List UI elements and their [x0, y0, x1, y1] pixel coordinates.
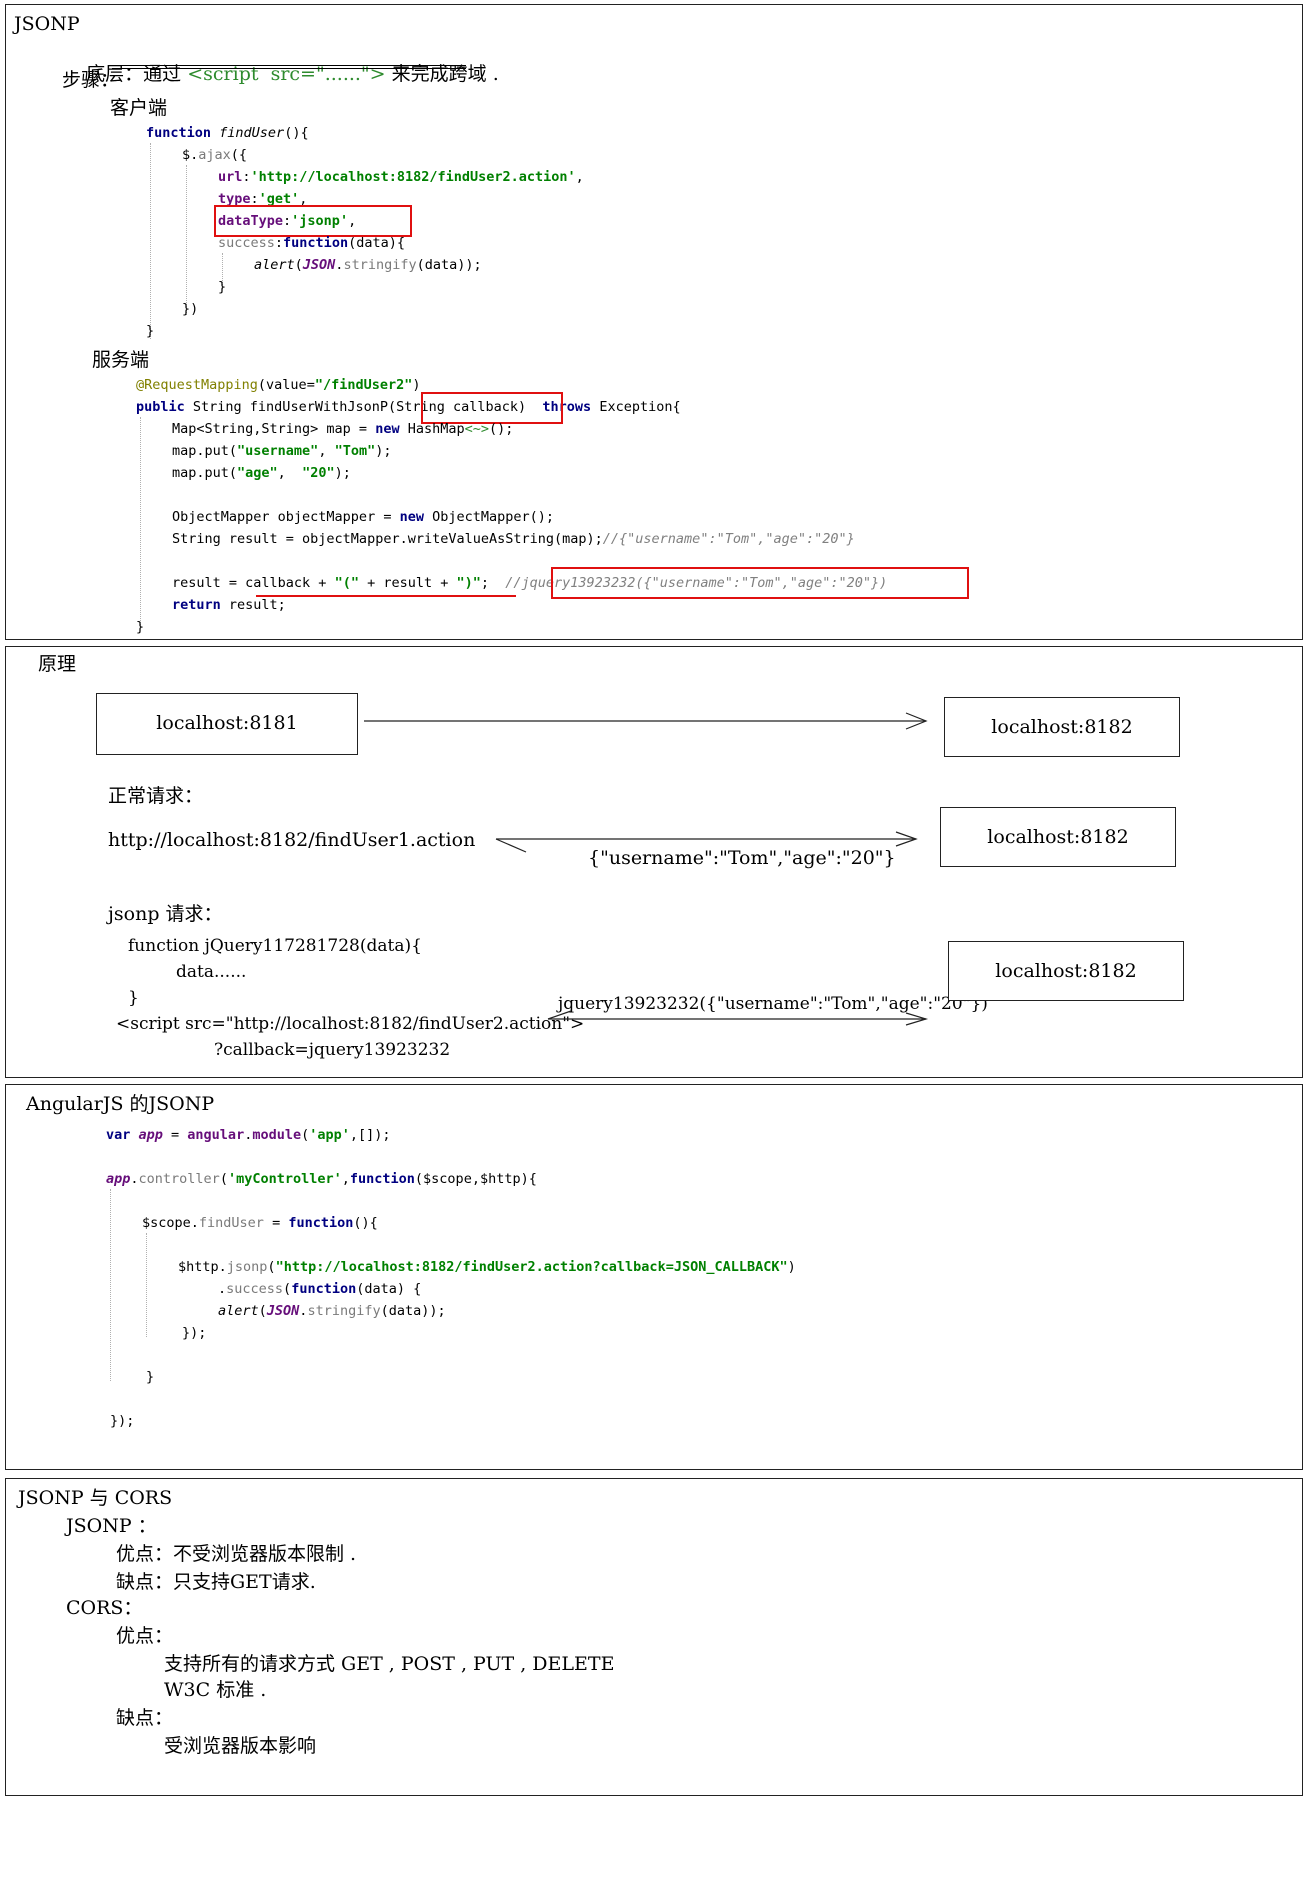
client-code-line: } [146, 323, 155, 339]
angular-code-line: .success(function(data) { [218, 1281, 422, 1297]
server-code-line: public String findUserWithJsonP(String c… [136, 399, 681, 415]
server-code-line: Map<String,String> map = new HashMap<~>(… [172, 421, 514, 437]
highlight-datatype [214, 205, 412, 237]
client-label: 客户端 [110, 97, 168, 119]
arrows-layer [364, 712, 929, 1026]
angular-code-line: app.controller('myController',function($… [106, 1171, 537, 1187]
client-code-line: function findUser(){ [146, 125, 309, 141]
client-code-line: alert(JSON.stringify(data)); [254, 257, 482, 273]
indent-guide [110, 1189, 111, 1381]
jsonp-title: JSONP [14, 13, 80, 35]
angular-code-line: }); [110, 1413, 135, 1429]
client-code-line: }) [182, 301, 199, 317]
cors-pro: 优点： [116, 1625, 174, 1647]
server-code-line: } [136, 619, 145, 635]
angular-code-line: $scope.findUser = function(){ [142, 1215, 378, 1231]
jsonp-pro: 优点：不受浏览器版本限制 . [116, 1543, 357, 1565]
cors-pro-item: 支持所有的请求方式 GET , POST , PUT , DELETE [164, 1653, 615, 1675]
server-code-line: map.put("age", "20"); [172, 465, 351, 481]
indent-guide [140, 417, 141, 627]
server-code-line: map.put("username", "Tom"); [172, 443, 392, 459]
base-double-underline [112, 65, 466, 69]
jsonp-con: 缺点：只支持GET请求. [116, 1571, 316, 1593]
indent-guide [146, 1233, 147, 1337]
client-code-line: } [218, 279, 227, 295]
client-code-line: $.ajax({ [182, 147, 248, 163]
angular-code-line: var app = angular.module('app',[]); [106, 1127, 391, 1143]
indent-guide [186, 165, 187, 315]
highlight-callback-param [421, 392, 563, 424]
angular-code-line: $http.jsonp("http://localhost:8182/findU… [178, 1259, 796, 1275]
jsonp-heading: JSONP ： [66, 1515, 157, 1537]
angularjs-title: AngularJS 的JSONP [26, 1093, 215, 1115]
jsonp-vs-cors-panel: JSONP 与 CORS JSONP ： 优点：不受浏览器版本限制 . 缺点：只… [5, 1478, 1303, 1796]
cors-con-item: 受浏览器版本影响 [164, 1735, 317, 1757]
angular-code-line: }); [182, 1325, 207, 1341]
steps-label: 步骤： [62, 69, 120, 91]
server-code-line: return result; [172, 597, 286, 613]
highlight-callback-result [551, 567, 969, 599]
principle-panel: 原理 localhost:8181 localhost:8182 正常请求： h… [5, 646, 1303, 1078]
arrow-normal-request [495, 831, 918, 853]
server-label: 服务端 [92, 349, 150, 371]
client-code-line: url:'http://localhost:8182/findUser2.act… [218, 169, 584, 185]
indent-guide [150, 143, 151, 339]
client-code-line: success:function(data){ [218, 235, 405, 251]
arrow-jsonp-request [547, 1010, 929, 1026]
angular-code-line: } [146, 1369, 155, 1385]
cors-heading: CORS： [66, 1597, 143, 1619]
angular-code-line: alert(JSON.stringify(data)); [218, 1303, 446, 1319]
server-code-line: ObjectMapper objectMapper = new ObjectMa… [172, 509, 555, 525]
angularjs-panel: AngularJS 的JSONP var app = angular.modul… [5, 1084, 1303, 1470]
server-code-line: String result = objectMapper.writeValueA… [172, 531, 855, 547]
server-code-line: @RequestMapping(value="/findUser2") [136, 377, 421, 393]
underline-callback-expr [256, 595, 516, 597]
cors-con: 缺点： [116, 1707, 174, 1729]
compare-title: JSONP 与 CORS [18, 1487, 173, 1509]
cors-pro-item: W3C 标准 . [164, 1679, 267, 1701]
jsonp-panel: JSONP 底层：通过 <script src="......"> 来完成跨域 … [5, 4, 1303, 640]
arrow-8181-to-8182 [364, 712, 928, 730]
